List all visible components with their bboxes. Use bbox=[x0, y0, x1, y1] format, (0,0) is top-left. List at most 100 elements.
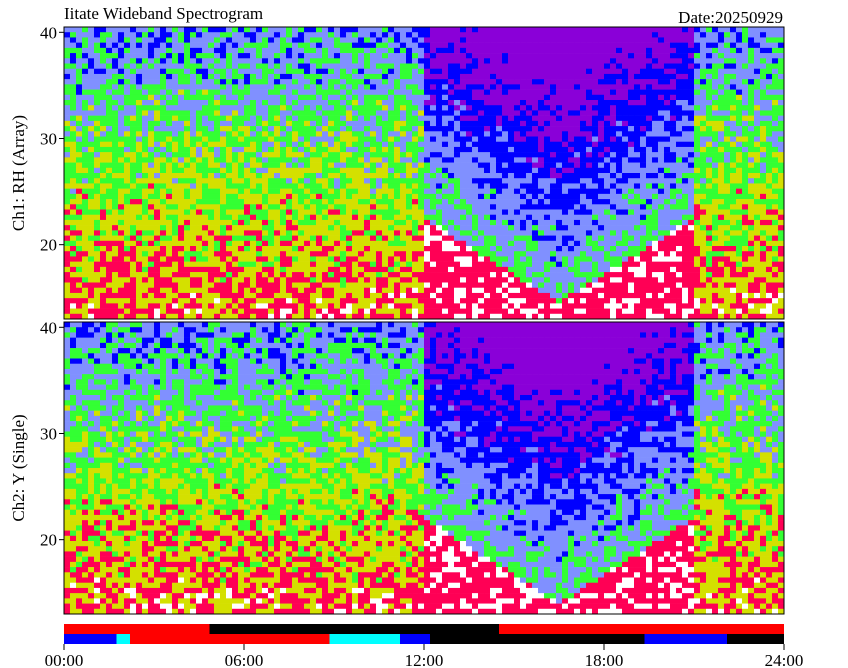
spectrogram-cell bbox=[202, 68, 209, 75]
spectrogram-cell bbox=[424, 63, 431, 70]
spectrogram-cell bbox=[94, 167, 101, 174]
spectrogram-cell bbox=[346, 204, 353, 210]
spectrogram-cell bbox=[358, 47, 365, 54]
spectrogram-cell bbox=[484, 277, 491, 283]
spectrogram-cell bbox=[394, 157, 401, 163]
spectrogram-cell bbox=[514, 313, 521, 320]
spectrogram-cell bbox=[502, 308, 509, 315]
spectrogram-cell bbox=[214, 131, 221, 137]
spectrogram-cell bbox=[154, 209, 161, 216]
spectrogram-cell bbox=[556, 277, 563, 283]
spectrogram-cell bbox=[490, 266, 497, 273]
spectrogram-cell bbox=[280, 53, 287, 59]
spectrogram-cell bbox=[574, 126, 581, 132]
spectrogram-cell bbox=[94, 287, 101, 294]
spectrogram-cell bbox=[100, 167, 107, 174]
spectrogram-cell bbox=[130, 146, 137, 153]
spectrogram-cell bbox=[274, 287, 281, 294]
spectrogram-cell bbox=[334, 246, 341, 252]
spectrogram-cell bbox=[238, 162, 245, 169]
spectrogram-cell bbox=[100, 84, 107, 90]
spectrogram-cell bbox=[352, 100, 359, 106]
spectrogram-cell bbox=[394, 63, 401, 70]
spectrogram-cell bbox=[76, 136, 83, 143]
spectrogram-cell bbox=[544, 251, 551, 257]
spectrogram-cell bbox=[592, 173, 599, 179]
spectrogram-cell bbox=[226, 120, 233, 127]
spectrogram-cell bbox=[142, 47, 149, 54]
spectrogram-cell bbox=[112, 303, 119, 309]
spectrogram-cell bbox=[466, 292, 473, 299]
spectrogram-cell bbox=[574, 209, 581, 216]
spectrogram-cell bbox=[124, 308, 131, 315]
spectrogram-cell bbox=[136, 209, 143, 216]
spectrogram-cell bbox=[508, 204, 515, 210]
spectrogram-cell bbox=[202, 126, 209, 132]
spectrogram-cell bbox=[376, 287, 383, 294]
spectrogram-cell bbox=[436, 209, 443, 216]
spectrogram-cell bbox=[136, 105, 143, 111]
spectrogram-cell bbox=[262, 266, 269, 273]
spectrogram-cell bbox=[88, 152, 95, 158]
spectrogram-cell bbox=[538, 313, 545, 320]
spectrogram-cell bbox=[586, 105, 593, 111]
spectrogram-cell bbox=[178, 100, 185, 106]
spectrogram-cell bbox=[388, 214, 395, 221]
spectrogram-cell bbox=[514, 277, 521, 283]
spectrogram-cell bbox=[406, 157, 413, 163]
spectrogram-cell bbox=[388, 246, 395, 252]
spectrogram-cell bbox=[166, 126, 173, 132]
spectrogram-cell bbox=[406, 47, 413, 54]
spectrogram-cell bbox=[508, 209, 515, 216]
spectrogram-cell bbox=[64, 146, 71, 153]
spectrogram-cell bbox=[430, 58, 437, 64]
spectrogram-cell bbox=[382, 110, 389, 116]
spectrogram-cell bbox=[358, 173, 365, 179]
spectrogram-cell bbox=[154, 261, 161, 268]
spectrogram-cell bbox=[112, 292, 119, 299]
spectrogram-cell bbox=[424, 272, 431, 278]
spectrogram-cell bbox=[340, 303, 347, 309]
spectrogram-cell bbox=[412, 209, 419, 216]
spectrogram-cell bbox=[322, 136, 329, 143]
spectrogram-cell bbox=[430, 27, 437, 33]
spectrogram-cell bbox=[448, 287, 455, 294]
spectrogram-cell bbox=[136, 100, 143, 106]
spectrogram-cell bbox=[142, 89, 149, 96]
spectrogram-cell bbox=[310, 173, 317, 179]
spectrogram-cell bbox=[400, 298, 407, 304]
spectrogram-cell bbox=[430, 251, 437, 257]
spectrogram-cell bbox=[100, 110, 107, 116]
spectrogram-cell bbox=[190, 230, 197, 236]
spectrogram-cell bbox=[310, 298, 317, 304]
spectrogram-cell bbox=[568, 204, 575, 210]
spectrogram-cell bbox=[424, 308, 431, 315]
spectrogram-cell bbox=[316, 256, 323, 262]
spectrogram-cell bbox=[358, 68, 365, 75]
spectrogram-cell bbox=[436, 235, 443, 242]
spectrogram-cell bbox=[286, 219, 293, 226]
spectrogram-cell bbox=[106, 209, 113, 216]
spectrogram-cell bbox=[364, 100, 371, 106]
spectrogram-cell bbox=[334, 298, 341, 304]
spectrogram-cell bbox=[574, 94, 581, 101]
spectrogram-cell bbox=[412, 256, 419, 262]
chart-title: Iitate Wideband Spectrogram bbox=[64, 4, 263, 23]
spectrogram-cell bbox=[268, 120, 275, 127]
spectrogram-cell bbox=[274, 214, 281, 221]
spectrogram-cell bbox=[286, 292, 293, 299]
spectrogram-cell bbox=[592, 110, 599, 116]
spectrogram-cell bbox=[82, 214, 89, 221]
spectrogram-cell bbox=[406, 199, 413, 205]
spectrogram-cell bbox=[508, 58, 515, 64]
spectrogram-cell bbox=[166, 152, 173, 158]
spectrogram-cell bbox=[88, 292, 95, 299]
spectrogram-cell bbox=[112, 162, 119, 169]
spectrogram-cell bbox=[154, 162, 161, 169]
spectrogram-cell bbox=[424, 136, 431, 143]
spectrogram-cell bbox=[562, 235, 569, 242]
spectrogram-cell bbox=[388, 173, 395, 179]
spectrogram-cell bbox=[196, 79, 203, 85]
spectrogram-cell bbox=[586, 272, 593, 278]
spectrogram-cell bbox=[202, 240, 209, 247]
